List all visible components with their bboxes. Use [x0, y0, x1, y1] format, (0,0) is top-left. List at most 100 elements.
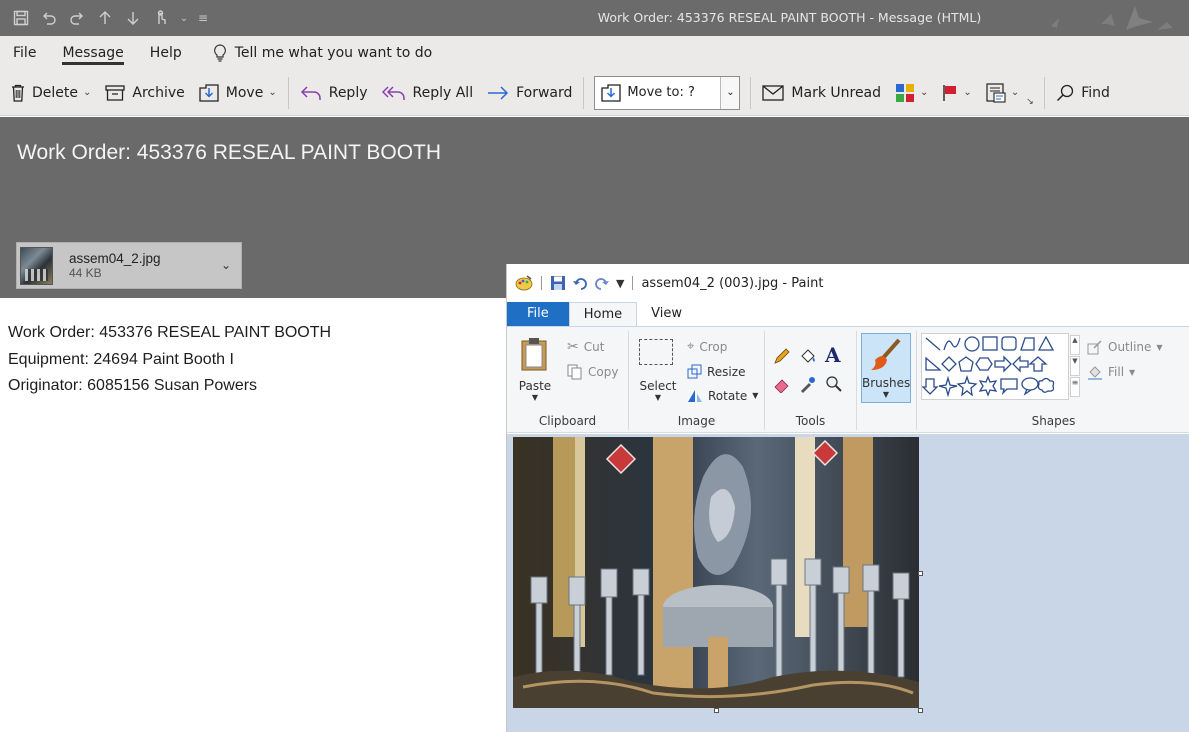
magnifier-icon[interactable] [825, 375, 843, 393]
clipboard-group: Paste ▼ ✂ Cut Copy Clipboard [507, 331, 629, 430]
copy-icon [567, 364, 582, 380]
shapes-group: ▲ ▼ ≡ Outline ▼ Fill ▼ Shapes [917, 331, 1189, 430]
copy-button[interactable]: Copy [567, 364, 618, 380]
fill-button[interactable]: Fill ▼ [1087, 364, 1135, 380]
shapes-scroll-down-icon[interactable]: ▼ [1070, 356, 1080, 376]
lightbulb-icon [213, 44, 226, 62]
outline-button[interactable]: Outline ▼ [1087, 339, 1163, 355]
paint-tab-file[interactable]: File [507, 302, 569, 326]
redo-icon[interactable] [594, 275, 610, 291]
paste-button[interactable]: Paste ▼ [515, 337, 555, 407]
archive-button[interactable]: Archive [98, 77, 191, 109]
archive-icon [105, 84, 126, 101]
birds-decoration-icon [1051, 6, 1173, 30]
forward-button[interactable]: Forward [480, 77, 579, 109]
delete-button[interactable]: Delete ⌄ [0, 77, 98, 109]
shapes-gallery-icon [921, 335, 1055, 398]
follow-up-button[interactable]: ⌄ [935, 77, 978, 109]
archive-label: Archive [132, 84, 185, 101]
policy-icon [986, 82, 1006, 103]
resize-handle-right[interactable] [918, 571, 923, 576]
reply-all-icon [381, 85, 405, 100]
chevron-down-icon[interactable]: ⌄ [721, 87, 739, 98]
paint-ribbon: Paste ▼ ✂ Cut Copy Clipboard Select ▼ ⌖ [507, 326, 1189, 433]
shapes-gallery[interactable] [921, 333, 1069, 400]
chevron-down-icon: ⌄ [268, 87, 277, 98]
chevron-down-icon: ▼ [1156, 342, 1163, 352]
chevron-down-icon: ▼ [752, 391, 759, 400]
reply-all-button[interactable]: Reply All [375, 77, 481, 109]
mark-unread-button[interactable]: Mark Unread [755, 77, 888, 109]
assign-policy-button[interactable]: ⌄ [979, 77, 1026, 109]
chevron-down-icon: ⌄ [963, 87, 972, 98]
save-icon[interactable] [550, 275, 566, 291]
trash-icon [12, 84, 24, 102]
paint-booth-photo-image [513, 437, 919, 708]
clipboard-paste-icon [521, 338, 547, 371]
text-tool-icon[interactable]: A [825, 343, 841, 367]
body-line-originator: Originator: 6085156 Susan Powers [8, 377, 258, 394]
body-line-equipment: Equipment: 24694 Paint Booth I [8, 350, 234, 368]
paint-tab-view[interactable]: View [637, 302, 696, 326]
shapes-more-icon[interactable]: ≡ [1070, 377, 1080, 397]
message-ribbon: Delete ⌄ Archive Move ⌄ Reply Reply All … [0, 70, 1189, 116]
chevron-down-icon: ▼ [882, 390, 890, 399]
tell-me-search[interactable]: Tell me what you want to do [195, 44, 432, 62]
resize-handle-bottom[interactable] [714, 708, 719, 713]
paint-canvas-area[interactable] [507, 434, 1189, 732]
paint-tab-home[interactable]: Home [568, 302, 638, 326]
forward-arrow-icon [488, 85, 509, 100]
resize-icon [687, 364, 702, 379]
shapes-scroll-up-icon[interactable]: ▲ [1070, 335, 1080, 355]
ribbon-separator [750, 76, 752, 109]
ribbon-separator [583, 76, 585, 109]
color-picker-icon[interactable] [799, 375, 817, 393]
attachment-card[interactable]: assem04_2.jpg 44 KB ⌄ [16, 242, 242, 289]
categorize-button[interactable]: ⌄ [888, 77, 935, 109]
paste-label: Paste [518, 379, 552, 393]
rotate-icon [688, 390, 702, 402]
chevron-down-icon: ⌄ [920, 87, 929, 98]
reply-icon [300, 85, 321, 100]
select-label: Select [639, 379, 677, 393]
move-button[interactable]: Move ⌄ [192, 77, 284, 109]
shapes-group-label: Shapes [1031, 414, 1076, 428]
ribbon-separator [287, 76, 289, 109]
attachment-name: assem04_2.jpg [69, 250, 161, 266]
eraser-icon[interactable] [773, 375, 791, 393]
outlook-title-bar: ⌄ ≡ Work Order: 453376 RESEAL PAINT BOOT… [0, 0, 1189, 36]
rotate-button[interactable]: Rotate ▼ [687, 388, 758, 403]
fill-label: Fill [1108, 365, 1125, 379]
attachment-info: assem04_2.jpg 44 KB [69, 251, 161, 281]
brushes-group: Brushes ▼ [857, 331, 917, 430]
menu-message[interactable]: Message [49, 36, 136, 70]
customize-qat-icon[interactable]: ▼ [616, 277, 624, 290]
menu-help[interactable]: Help [137, 36, 195, 70]
find-button[interactable]: Find [1049, 77, 1117, 109]
fill-bucket-icon [1088, 366, 1102, 380]
move-label: Move [225, 84, 264, 101]
move-to-quick-step[interactable]: Move to: ? ⌄ [594, 75, 741, 110]
undo-icon[interactable] [572, 275, 588, 291]
resize-label: Resize [707, 364, 746, 379]
brush-icon [871, 338, 901, 370]
canvas-image[interactable] [513, 437, 919, 708]
move-to-button[interactable]: Move to: ? [595, 76, 722, 109]
attachment-options-chevron-icon[interactable]: ⌄ [221, 258, 231, 272]
cut-button[interactable]: ✂ Cut [567, 339, 604, 355]
crop-button[interactable]: ⌖ Crop [687, 339, 727, 354]
paint-app-icon [515, 275, 533, 291]
brushes-button[interactable]: Brushes ▼ [861, 333, 911, 403]
tools-group: A Tools [765, 331, 857, 430]
menu-bar: File Message Help Tell me what you want … [0, 36, 1189, 70]
fill-bucket-icon[interactable] [799, 347, 817, 365]
body-line-work-order: Work Order: 453376 RESEAL PAINT BOOTH [8, 324, 332, 341]
resize-button[interactable]: Resize [687, 364, 745, 379]
select-button[interactable]: Select ▼ [635, 337, 681, 407]
ribbon-dialog-launcher-icon[interactable]: ↘ [1026, 97, 1040, 111]
resize-handle-corner[interactable] [918, 708, 923, 713]
menu-file[interactable]: File [0, 36, 49, 70]
reply-button[interactable]: Reply [293, 77, 375, 109]
crop-label: Crop [699, 339, 728, 354]
pencil-icon[interactable] [773, 347, 791, 365]
